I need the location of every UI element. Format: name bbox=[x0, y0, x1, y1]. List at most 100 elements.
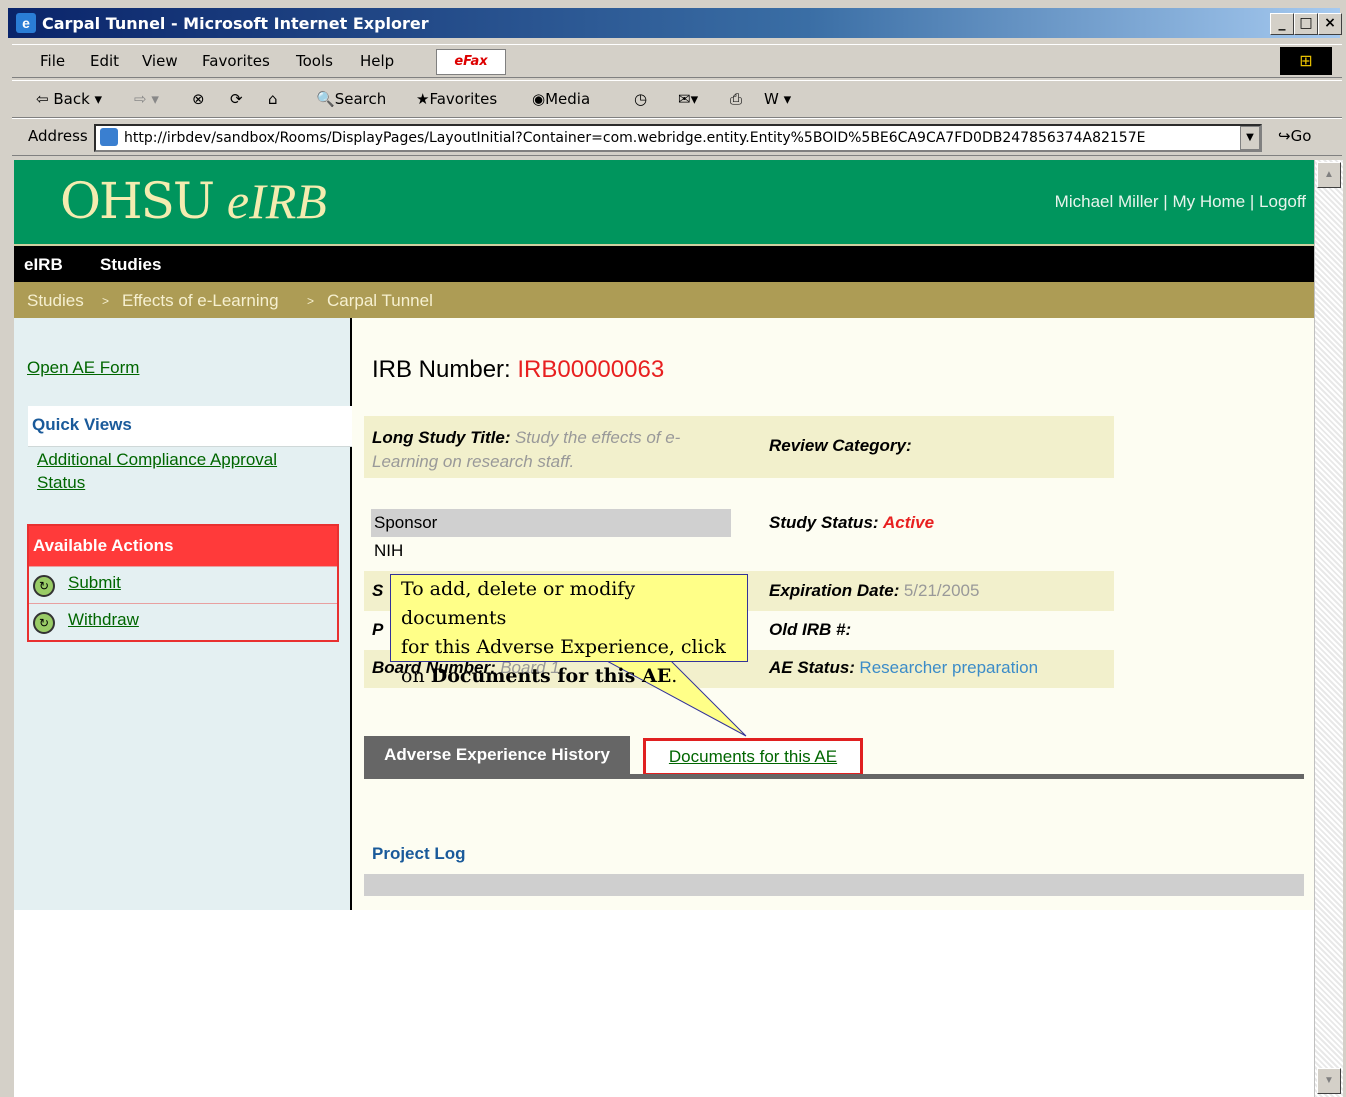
action-withdraw[interactable]: ↻ Withdraw bbox=[29, 603, 337, 640]
media-button[interactable]: ◉Media bbox=[532, 90, 590, 108]
long-study-title-value-2: Learning on research staff. bbox=[372, 452, 575, 471]
ae-status-value: Researcher preparation bbox=[859, 658, 1039, 677]
quick-views-header: Quick Views bbox=[28, 406, 352, 447]
menu-file[interactable]: File bbox=[40, 52, 65, 70]
windows-logo-icon: ⊞ bbox=[1280, 47, 1332, 75]
go-arrow-icon: ↪ bbox=[1278, 127, 1291, 145]
home-icon[interactable]: ⌂ bbox=[268, 90, 278, 108]
expiration-date-value: 5/21/2005 bbox=[903, 581, 980, 600]
study-status-value: Active bbox=[883, 513, 935, 532]
menu-bar: File Edit View Favorites Tools Help eFax… bbox=[12, 44, 1342, 78]
window-titlebar: e Carpal Tunnel - Microsoft Internet Exp… bbox=[8, 8, 1342, 38]
callout-line-1: To add, delete or modify documents bbox=[401, 578, 636, 629]
callout-line-3: on Documents for this AE. bbox=[401, 662, 741, 691]
action-submit[interactable]: ↻ Submit bbox=[29, 566, 337, 603]
nav-eirb[interactable]: eIRB bbox=[24, 255, 63, 275]
study-status-label: Study Status: bbox=[769, 513, 879, 532]
irb-number: IRB Number: IRB00000063 bbox=[372, 356, 664, 384]
logo-italic: eIRB bbox=[226, 173, 327, 229]
ae-status: AE Status: Researcher preparation bbox=[769, 658, 1038, 678]
callout-line-3-prefix: on bbox=[401, 665, 425, 687]
arrow-circle-icon: ↻ bbox=[33, 612, 55, 634]
maximize-button[interactable]: □ bbox=[1294, 13, 1318, 35]
favorites-button[interactable]: ★Favorites bbox=[416, 90, 497, 108]
sponsor-value: NIH bbox=[374, 541, 404, 560]
media-label: Media bbox=[545, 90, 591, 108]
available-actions-title: Available Actions bbox=[33, 536, 174, 555]
nav-studies[interactable]: Studies bbox=[100, 255, 161, 275]
site-header: OHSU eIRB Michael Miller | My Home | Log… bbox=[14, 160, 1314, 244]
documents-tab-label[interactable]: Documents for this AE bbox=[669, 747, 837, 766]
favorites-label: Favorites bbox=[429, 90, 498, 108]
ae-status-label: AE Status: bbox=[769, 658, 855, 677]
search-icon: 🔍 bbox=[316, 90, 335, 108]
menu-help[interactable]: Help bbox=[360, 52, 394, 70]
irb-number-value: IRB00000063 bbox=[517, 356, 665, 383]
sponsor-header: Sponsor bbox=[371, 509, 731, 537]
user-links[interactable]: Michael Miller | My Home | Logoff bbox=[1055, 192, 1306, 212]
media-icon: ◉ bbox=[532, 90, 546, 108]
long-study-title: Long Study Title: Study the effects of e… bbox=[372, 426, 752, 474]
go-label: Go bbox=[1290, 127, 1312, 145]
edit-icon[interactable]: W ▾ bbox=[764, 90, 791, 108]
toolbar: ⇦ Back ▾ ⇨ ▾ ⊗ ⟳ ⌂ 🔍Search ★Favorites ◉M… bbox=[12, 80, 1342, 118]
old-irb-label: Old IRB #: bbox=[769, 620, 852, 639]
tab-underline bbox=[364, 774, 1304, 779]
stop-icon[interactable]: ⊗ bbox=[192, 90, 205, 108]
project-log-title: Project Log bbox=[372, 844, 466, 863]
efax-button[interactable]: eFax bbox=[436, 49, 506, 75]
breadcrumb: Studies > Effects of e-Learning > Carpal… bbox=[14, 282, 1314, 318]
scroll-down-icon[interactable]: ▼ bbox=[1317, 1068, 1341, 1094]
submit-link[interactable]: Submit bbox=[68, 573, 121, 593]
menu-tools[interactable]: Tools bbox=[296, 52, 333, 70]
callout-line-3-bold: Documents for this AE bbox=[430, 665, 672, 687]
compliance-approval-link[interactable]: Additional Compliance Approval bbox=[37, 450, 277, 470]
refresh-icon[interactable]: ⟳ bbox=[230, 90, 243, 108]
page-viewport: OHSU eIRB Michael Miller | My Home | Log… bbox=[14, 160, 1314, 1097]
back-button[interactable]: ⇦ Back ▾ bbox=[36, 90, 102, 108]
withdraw-link[interactable]: Withdraw bbox=[68, 610, 139, 630]
available-actions-box: Available Actions ↻ Submit ↻ Withdraw bbox=[27, 524, 339, 642]
breadcrumb-current: Carpal Tunnel bbox=[327, 291, 433, 310]
open-ae-form-link[interactable]: Open AE Form bbox=[27, 358, 139, 378]
callout-line-3-suffix: . bbox=[671, 665, 678, 687]
breadcrumb-studies[interactable]: Studies bbox=[27, 291, 84, 311]
search-label: Search bbox=[334, 90, 387, 108]
efax-label: eFax bbox=[454, 54, 488, 69]
compliance-approval-link-cont[interactable]: Status bbox=[37, 473, 85, 493]
irb-number-label: IRB Number: bbox=[372, 356, 511, 383]
long-study-title-label: Long Study Title: bbox=[372, 428, 511, 447]
address-bar: Address http://irbdev/sandbox/Rooms/Disp… bbox=[12, 118, 1342, 156]
forward-button[interactable]: ⇨ ▾ bbox=[134, 90, 159, 108]
search-button[interactable]: 🔍Search bbox=[316, 90, 386, 108]
available-actions-header: Available Actions bbox=[29, 526, 337, 566]
breadcrumb-separator: > bbox=[307, 294, 315, 308]
print-icon[interactable]: ⎙ bbox=[730, 90, 742, 108]
breadcrumb-study[interactable]: Effects of e-Learning bbox=[122, 291, 279, 311]
sponsor-label: Sponsor bbox=[374, 513, 438, 532]
help-callout: To add, delete or modify documents for t… bbox=[390, 574, 748, 687]
address-dropdown-icon[interactable]: ▼ bbox=[1240, 126, 1260, 150]
address-label: Address bbox=[28, 127, 88, 145]
favorites-icon: ★ bbox=[416, 90, 430, 108]
address-url: http://irbdev/sandbox/Rooms/DisplayPages… bbox=[124, 130, 1146, 146]
ohsu-eirb-logo: OHSU eIRB bbox=[60, 172, 327, 230]
go-button[interactable]: ↪Go bbox=[1278, 127, 1311, 145]
review-category-label: Review Category: bbox=[769, 436, 912, 455]
top-nav: eIRB Studies bbox=[14, 244, 1314, 282]
menu-favorites[interactable]: Favorites bbox=[202, 52, 270, 70]
history-icon[interactable]: ◷ bbox=[634, 90, 647, 108]
mail-icon[interactable]: ✉▾ bbox=[678, 90, 698, 108]
vertical-scrollbar[interactable]: ▲ ▼ bbox=[1314, 160, 1343, 1097]
menu-edit[interactable]: Edit bbox=[90, 52, 119, 70]
close-button[interactable]: × bbox=[1318, 13, 1342, 35]
expiration-date-label: Expiration Date: bbox=[769, 581, 900, 600]
menu-view[interactable]: View bbox=[142, 52, 178, 70]
scroll-up-icon[interactable]: ▲ bbox=[1317, 162, 1341, 188]
project-log-bar bbox=[364, 874, 1304, 896]
minimize-button[interactable]: _ bbox=[1270, 13, 1294, 35]
study-status: Study Status: Active bbox=[769, 513, 934, 533]
address-input[interactable]: http://irbdev/sandbox/Rooms/DisplayPages… bbox=[94, 124, 1262, 152]
callout-line-2: for this Adverse Experience, click bbox=[401, 636, 726, 658]
row4-label-fragment: P bbox=[372, 620, 384, 639]
